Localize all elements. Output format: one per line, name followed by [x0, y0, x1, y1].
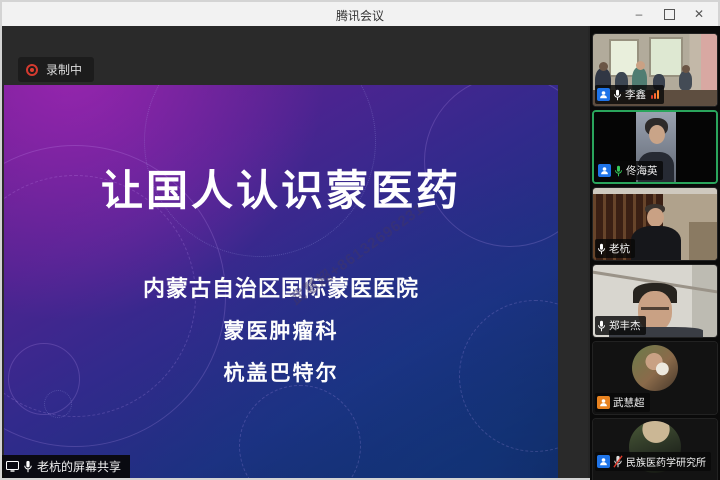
microphone-icon [597, 320, 606, 332]
presentation-slide: 让国人认识蒙医药 内蒙古自治区国际蒙医医院 蒙医肿瘤科 杭盖巴特尔 武慧超+86… [4, 85, 558, 478]
window-title: 腾讯会议 [2, 7, 718, 24]
participant-name: 老杭 [609, 241, 630, 256]
video-tile-tonghaiying[interactable]: 佟海英 [592, 110, 718, 184]
tencent-meeting-window: { "window": { "title": "腾讯会议", "controls… [0, 0, 720, 480]
name-label: 民族医药学研究所 [595, 452, 711, 471]
name-label: 郑丰杰 [595, 316, 646, 335]
participant-name: 佟海英 [626, 163, 658, 178]
avatar [632, 345, 678, 391]
video-tile-zhengfengjie[interactable]: 郑丰杰 [592, 264, 718, 338]
member-icon [597, 455, 610, 468]
video-tile-laohang[interactable]: 老杭 [592, 187, 718, 261]
participant-name: 民族医药学研究所 [626, 454, 706, 469]
participant-sidebar: 李鑫 佟海英 [590, 26, 720, 480]
microphone-muted-icon [613, 455, 623, 468]
screen-share-label: 老杭的屏幕共享 [37, 458, 121, 475]
video-tile-research-institute[interactable]: 民族医药学研究所 [592, 418, 718, 480]
participant-name: 武慧超 [613, 395, 645, 410]
microphone-icon [613, 89, 622, 101]
screen-icon [6, 461, 19, 472]
name-label: 佟海英 [596, 161, 663, 180]
recording-badge: 录制中 [18, 57, 94, 82]
recording-icon [26, 64, 38, 76]
slide-subtitle-block: 内蒙古自治区国际蒙医医院 蒙医肿瘤科 杭盖巴特尔 [4, 271, 558, 387]
shared-screen-area: 录制中 让国人认识蒙医药 内蒙古自治区国际蒙医医院 蒙医肿瘤科 杭盖巴特尔 武慧… [2, 26, 588, 478]
title-bar[interactable]: 腾讯会议 – ✕ [2, 2, 718, 26]
signal-strength-icon [651, 90, 659, 99]
slide-author-line: 杭盖巴特尔 [4, 357, 558, 387]
member-icon [598, 164, 611, 177]
member-icon [597, 88, 610, 101]
screen-share-banner: 老杭的屏幕共享 [2, 455, 130, 478]
video-tile-lixin[interactable]: 李鑫 [592, 33, 718, 107]
decor-ring [239, 385, 361, 478]
window-controls: – ✕ [624, 2, 714, 26]
recording-label: 录制中 [46, 61, 82, 78]
name-label: 武慧超 [595, 393, 650, 412]
microphone-icon [23, 460, 33, 473]
name-label: 老杭 [595, 239, 635, 258]
video-tile-wuhuichao[interactable]: 武慧超 [592, 341, 718, 415]
microphone-icon [597, 243, 606, 255]
microphone-active-icon [614, 165, 623, 177]
participant-name: 郑丰杰 [609, 318, 641, 333]
slide-title: 让国人认识蒙医药 [4, 157, 558, 218]
participant-name: 李鑫 [625, 87, 646, 102]
host-icon [597, 396, 610, 409]
maximize-button[interactable] [654, 2, 684, 26]
name-label: 李鑫 [595, 85, 664, 104]
close-button[interactable]: ✕ [684, 2, 714, 26]
minimize-button[interactable]: – [624, 2, 654, 26]
decor-ring [44, 390, 72, 418]
maximize-icon [664, 9, 675, 20]
